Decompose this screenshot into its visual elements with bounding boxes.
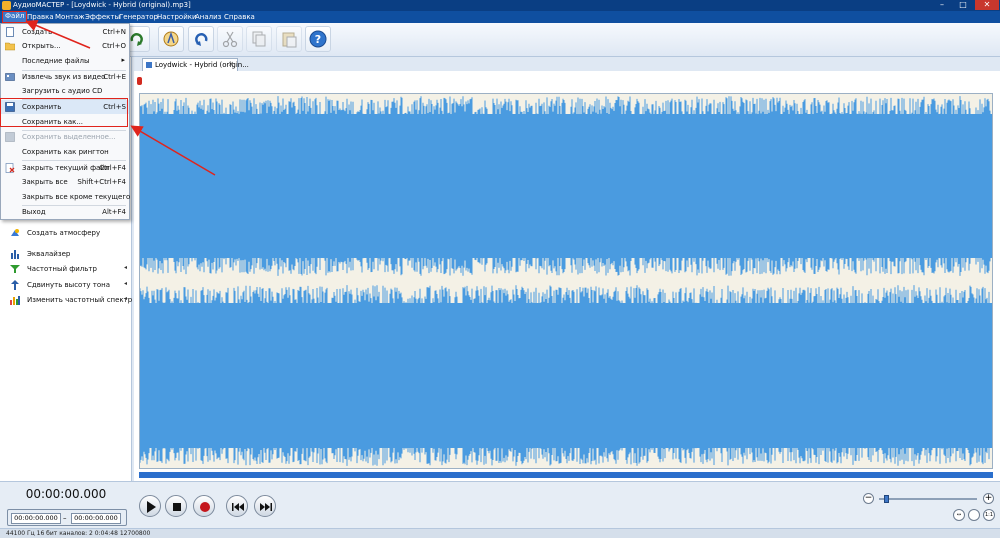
current-time: 00:00:00.000 [25,487,107,501]
zoom-control: − + [863,493,995,505]
selection-start-field[interactable]: 00:00:00.000 [11,513,61,524]
rewind-button[interactable] [226,495,248,517]
rewind-icon [232,503,244,511]
arrow-to-file-menu [25,19,91,49]
stop-icon [173,503,181,511]
zoom-slider-track[interactable] [879,498,977,500]
fit-width-button[interactable]: ↔ [953,509,965,521]
status-text: 44100 Гц 16 бит каналов: 2 0:04:48 12700… [6,530,151,537]
range-separator: – [63,514,67,522]
annotation-arrows [25,19,216,176]
play-icon [147,501,156,513]
transport-panel: 00:00:00.000 00:00:00.000 – 00:00:00.000… [0,481,1000,528]
zoom-1-1-button[interactable]: 1:1 [983,509,995,521]
zoom-out-button[interactable]: − [863,493,874,504]
fast-forward-icon [260,503,272,511]
fit-selection-button[interactable] [968,509,980,521]
selection-range: 00:00:00.000 – 00:00:00.000 [7,509,127,526]
stop-button[interactable] [165,495,187,517]
record-icon [200,502,210,512]
play-button[interactable] [139,495,161,517]
zoom-slider-thumb[interactable] [883,495,889,503]
record-button[interactable] [193,495,215,517]
arrow-to-save-options [130,125,216,176]
selection-end-field[interactable]: 00:00:00.000 [71,513,121,524]
fast-forward-button[interactable] [254,495,276,517]
zoom-in-button[interactable]: + [983,493,994,504]
time-display: 00:00:00.000 00:00:00.000 – 00:00:00.000 [4,486,128,526]
status-bar: 44100 Гц 16 бит каналов: 2 0:04:48 12700… [0,528,1000,538]
